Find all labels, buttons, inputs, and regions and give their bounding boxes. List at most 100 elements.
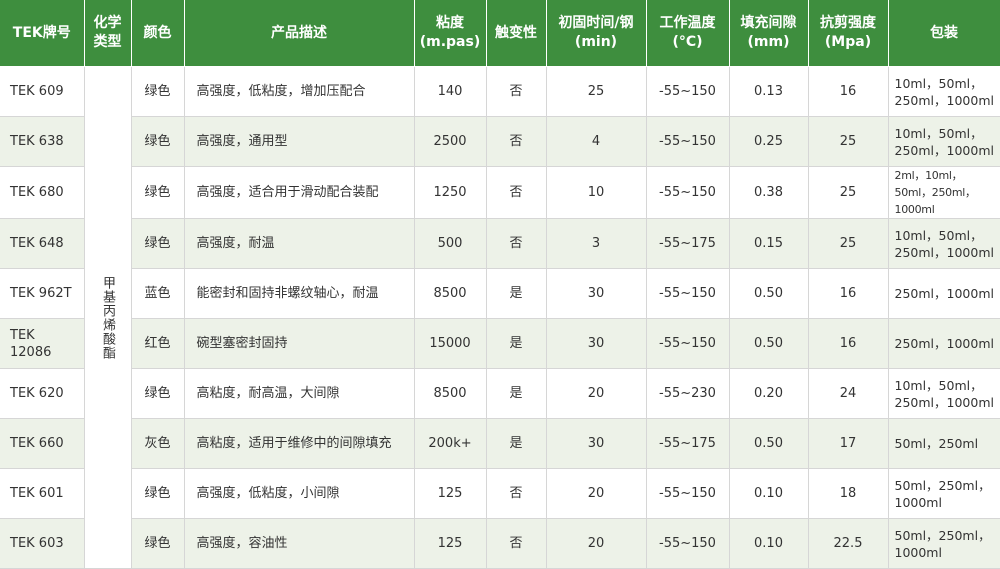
cell-gap: 0.50 [729,268,809,319]
cell-color: 绿色 [131,368,185,419]
cell-gap: 0.10 [729,518,809,569]
cell-viscosity: 2500 [414,116,487,167]
cell-thixotropic: 是 [486,368,547,419]
cell-shear: 16 [808,66,889,117]
cell-package: 50ml，250ml，1000ml [888,468,1000,519]
cell-thixotropic: 否 [486,518,547,569]
cell-cure-time: 20 [546,518,647,569]
cell-work-temp: -55~150 [646,66,730,117]
cell-work-temp: -55~150 [646,518,730,569]
cell-brand: TEK 638 [0,116,85,167]
cell-cure-time: 30 [546,318,647,369]
cell-color: 绿色 [131,218,185,269]
cell-color: 绿色 [131,468,185,519]
cell-gap: 0.38 [729,166,809,219]
cell-shear: 18 [808,468,889,519]
cell-package: 2ml，10ml，50ml，250ml，1000ml [888,166,1000,219]
cell-description: 高强度，通用型 [184,116,415,167]
cell-color: 绿色 [131,66,185,117]
cell-brand: TEK 601 [0,468,85,519]
cell-gap: 0.10 [729,468,809,519]
cell-description: 能密封和固持非螺纹轴心，耐温 [184,268,415,319]
cell-work-temp: -55~150 [646,318,730,369]
cell-shear: 25 [808,218,889,269]
cell-cure-time: 25 [546,66,647,117]
header-description: 产品描述 [184,0,415,67]
cell-color: 灰色 [131,418,185,469]
cell-description: 高强度，适合用于滑动配合装配 [184,166,415,219]
cell-shear: 16 [808,268,889,319]
cell-package: 10ml，50ml，250ml，1000ml [888,218,1000,269]
cell-viscosity: 500 [414,218,487,269]
cell-chemical-type: 甲基丙烯酸酯 [84,66,132,569]
cell-viscosity: 125 [414,518,487,569]
cell-cure-time: 30 [546,268,647,319]
product-spec-table: TEK牌号 化学类型 颜色 产品描述 粘度(m.pas) 触变性 初固时间/钢(… [0,0,1000,569]
cell-viscosity: 1250 [414,166,487,219]
cell-package: 250ml，1000ml [888,318,1000,369]
cell-thixotropic: 否 [486,116,547,167]
cell-description: 高强度，低粘度，增加压配合 [184,66,415,117]
table-row: TEK 609 甲基丙烯酸酯 绿色 高强度，低粘度，增加压配合 140 否 25… [0,66,1000,569]
cell-viscosity: 15000 [414,318,487,369]
cell-gap: 0.13 [729,66,809,117]
cell-package: 10ml，50ml，250ml，1000ml [888,66,1000,117]
header-work-temp: 工作温度(°C) [646,0,730,67]
cell-gap: 0.50 [729,318,809,369]
cell-work-temp: -55~175 [646,218,730,269]
cell-color: 红色 [131,318,185,369]
cell-work-temp: -55~175 [646,418,730,469]
cell-brand: TEK 12086 [0,318,85,369]
cell-description: 高强度，耐温 [184,218,415,269]
cell-package: 50ml，250ml [888,418,1000,469]
cell-description: 高强度，容油性 [184,518,415,569]
cell-viscosity: 140 [414,66,487,117]
cell-brand: TEK 962T [0,268,85,319]
cell-thixotropic: 否 [486,166,547,219]
cell-viscosity: 125 [414,468,487,519]
cell-description: 高粘度，适用于维修中的间隙填充 [184,418,415,469]
cell-cure-time: 10 [546,166,647,219]
cell-description: 高强度，低粘度，小间隙 [184,468,415,519]
cell-work-temp: -55~150 [646,468,730,519]
cell-gap: 0.25 [729,116,809,167]
cell-gap: 0.15 [729,218,809,269]
header-viscosity: 粘度(m.pas) [414,0,487,67]
table-row: TEK 660 灰色 高粘度，适用于维修中的间隙填充 200k+ 是 30 -5… [0,418,1000,469]
table-row: TEK 601 绿色 高强度，低粘度，小间隙 125 否 20 -55~150 … [0,468,1000,519]
table-row: TEK 638 绿色 高强度，通用型 2500 否 4 -55~150 0.25… [0,116,1000,167]
cell-brand: TEK 648 [0,218,85,269]
cell-thixotropic: 否 [486,66,547,117]
cell-thixotropic: 否 [486,218,547,269]
cell-description: 碗型塞密封固持 [184,318,415,369]
cell-cure-time: 3 [546,218,647,269]
cell-package: 50ml，250ml，1000ml [888,518,1000,569]
cell-shear: 16 [808,318,889,369]
cell-work-temp: -55~150 [646,268,730,319]
cell-package: 10ml，50ml，250ml，1000ml [888,368,1000,419]
cell-brand: TEK 603 [0,518,85,569]
cell-color: 蓝色 [131,268,185,319]
cell-gap: 0.20 [729,368,809,419]
cell-thixotropic: 是 [486,318,547,369]
cell-work-temp: -55~150 [646,166,730,219]
cell-cure-time: 30 [546,418,647,469]
cell-work-temp: -55~230 [646,368,730,419]
cell-color: 绿色 [131,116,185,167]
cell-cure-time: 4 [546,116,647,167]
cell-viscosity: 200k+ [414,418,487,469]
cell-cure-time: 20 [546,468,647,519]
cell-thixotropic: 否 [486,468,547,519]
cell-shear: 22.5 [808,518,889,569]
table-row: TEK 962T 蓝色 能密封和固持非螺纹轴心，耐温 8500 是 30 -55… [0,268,1000,319]
cell-color: 绿色 [131,518,185,569]
cell-brand: TEK 680 [0,166,85,219]
table-row: TEK 680 绿色 高强度，适合用于滑动配合装配 1250 否 10 -55~… [0,166,1000,219]
header-cure-time: 初固时间/钢(min) [546,0,647,67]
header-color: 颜色 [131,0,185,67]
cell-brand: TEK 620 [0,368,85,419]
cell-thixotropic: 是 [486,268,547,319]
cell-thixotropic: 是 [486,418,547,469]
cell-viscosity: 8500 [414,368,487,419]
table-row: TEK 12086 红色 碗型塞密封固持 15000 是 30 -55~150 … [0,318,1000,369]
